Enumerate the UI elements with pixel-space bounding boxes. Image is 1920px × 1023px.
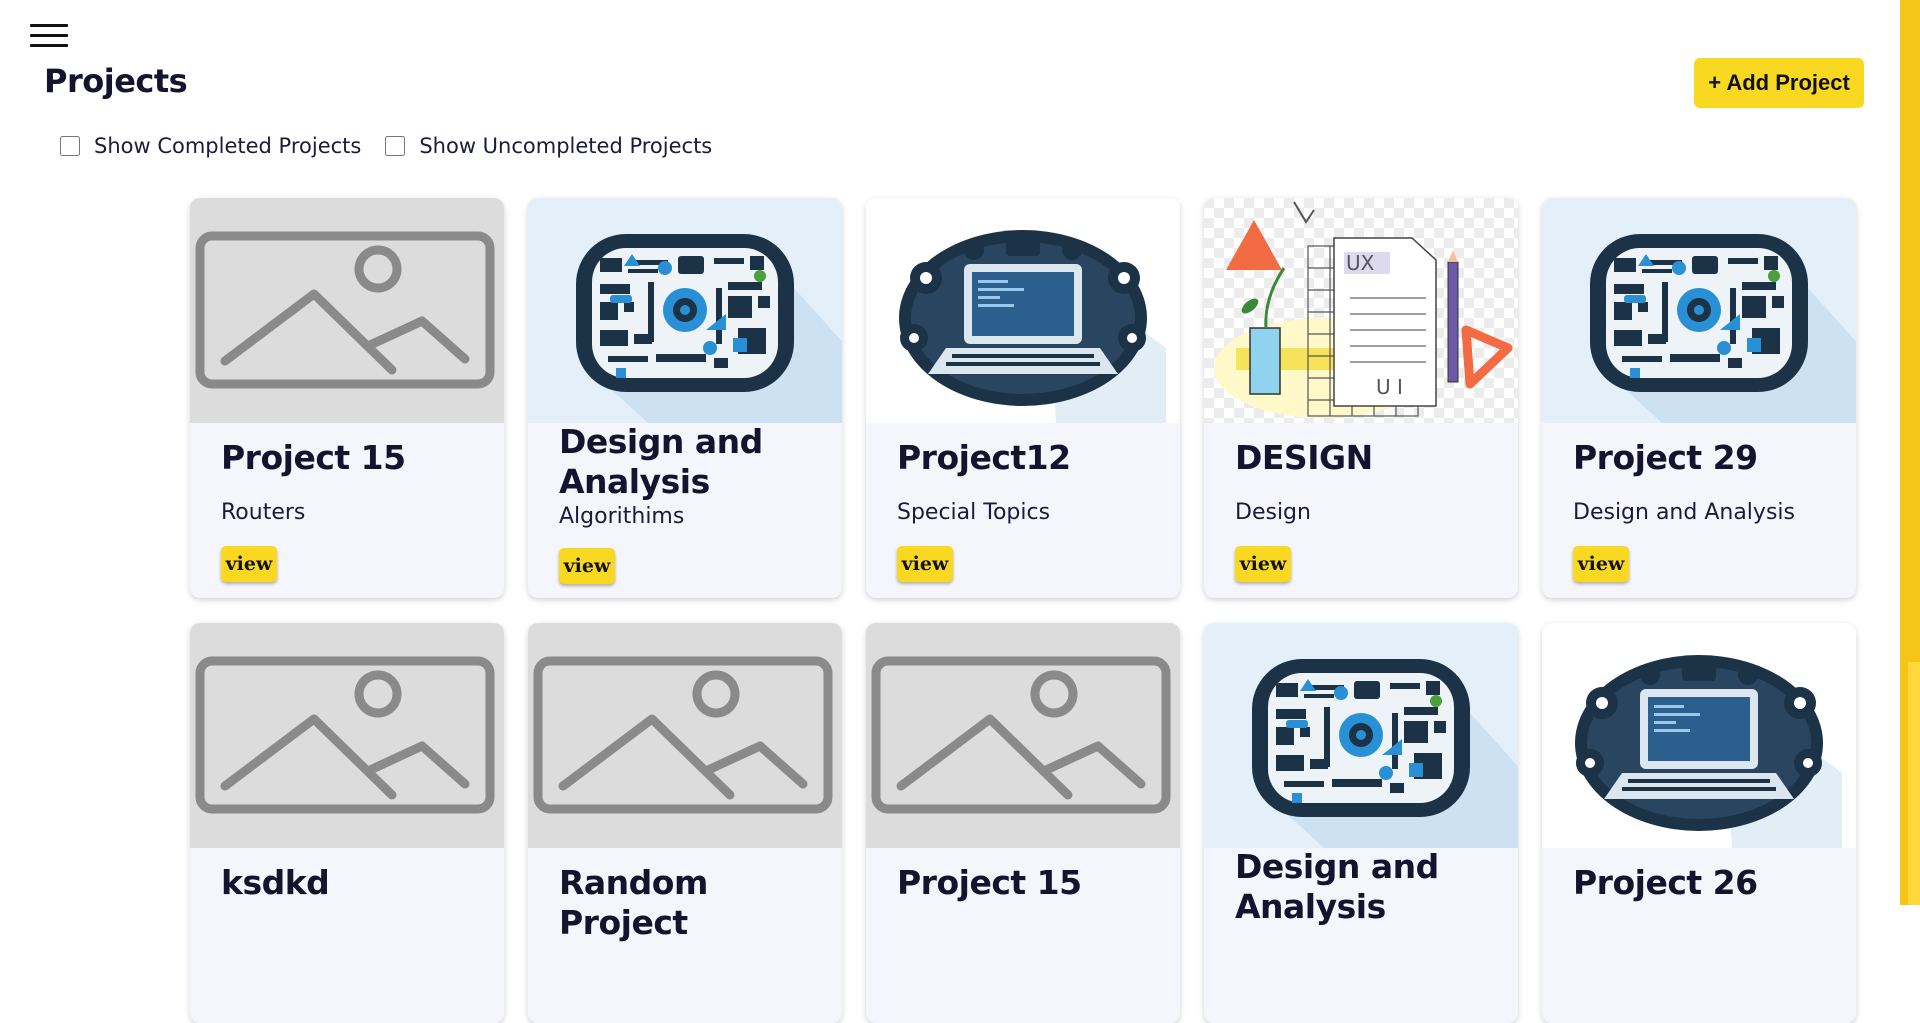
card-subtitle: Algorithims xyxy=(559,504,685,529)
card-subtitle: Special Topics xyxy=(897,500,1051,525)
completed-checkbox[interactable] xyxy=(60,136,80,156)
card-title: Design and Analysis xyxy=(559,422,763,501)
view-button[interactable]: view xyxy=(897,546,953,582)
filter-bar: Show Completed Projects Show Uncompleted… xyxy=(60,134,736,158)
card-title: Project 15 xyxy=(221,438,406,477)
card-subtitle: Design xyxy=(1235,500,1311,525)
card-title: ksdkd xyxy=(221,863,330,902)
scrollbar-thumb[interactable] xyxy=(1908,0,1920,662)
view-button[interactable]: view xyxy=(559,548,615,584)
project-card[interactable]: Project 29 Design and Analysis view xyxy=(1542,198,1856,598)
add-project-button[interactable]: + Add Project xyxy=(1694,58,1864,108)
project-card[interactable]: DESIGN Design view xyxy=(1204,198,1518,598)
view-button[interactable]: view xyxy=(1573,546,1629,582)
card-subtitle: Design and Analysis xyxy=(1573,500,1795,525)
project-card[interactable]: Project12 Special Topics view xyxy=(866,198,1180,598)
scrollbar-track[interactable] xyxy=(1908,662,1920,905)
project-card[interactable]: ksdkd xyxy=(190,623,504,1023)
menu-icon[interactable] xyxy=(30,24,68,50)
ux-ui-illustration-icon xyxy=(1204,198,1518,423)
placeholder-image-icon xyxy=(190,623,504,848)
circuit-illustration-icon xyxy=(528,198,842,423)
filter-completed[interactable]: Show Completed Projects xyxy=(60,134,361,158)
project-card[interactable]: Project 15 xyxy=(866,623,1180,1023)
project-card[interactable]: Random Project xyxy=(528,623,842,1023)
circuit-illustration-icon xyxy=(1542,198,1856,423)
card-title: Project 29 xyxy=(1573,438,1758,477)
project-card[interactable]: Design and Analysis xyxy=(1204,623,1518,1023)
completed-label: Show Completed Projects xyxy=(94,134,362,158)
project-card[interactable]: Project 15 Routers view xyxy=(190,198,504,598)
card-title: Project12 xyxy=(897,438,1071,477)
project-card[interactable]: Project 26 xyxy=(1542,623,1856,1023)
filter-uncompleted[interactable]: Show Uncompleted Projects xyxy=(385,134,712,158)
page-title: Projects xyxy=(44,62,188,100)
view-button[interactable]: view xyxy=(221,546,277,582)
placeholder-image-icon xyxy=(866,623,1180,848)
card-title: Random Project xyxy=(559,863,708,942)
view-button[interactable]: view xyxy=(1235,546,1291,582)
project-card[interactable]: Design and Analysis Algorithims view xyxy=(528,198,842,598)
card-title: Project 15 xyxy=(897,863,1082,902)
card-title: Design and Analysis xyxy=(1235,847,1439,926)
card-title: Project 26 xyxy=(1573,863,1758,902)
card-title: DESIGN xyxy=(1235,438,1373,477)
uncompleted-checkbox[interactable] xyxy=(385,136,406,156)
placeholder-image-icon xyxy=(528,623,842,848)
placeholder-image-icon xyxy=(190,198,504,423)
circuit-illustration-icon xyxy=(1204,623,1518,848)
laptop-gears-illustration-icon xyxy=(866,198,1180,423)
laptop-gears-illustration-icon xyxy=(1542,623,1856,848)
uncompleted-label: Show Uncompleted Projects xyxy=(419,134,713,158)
card-subtitle: Routers xyxy=(221,500,306,525)
